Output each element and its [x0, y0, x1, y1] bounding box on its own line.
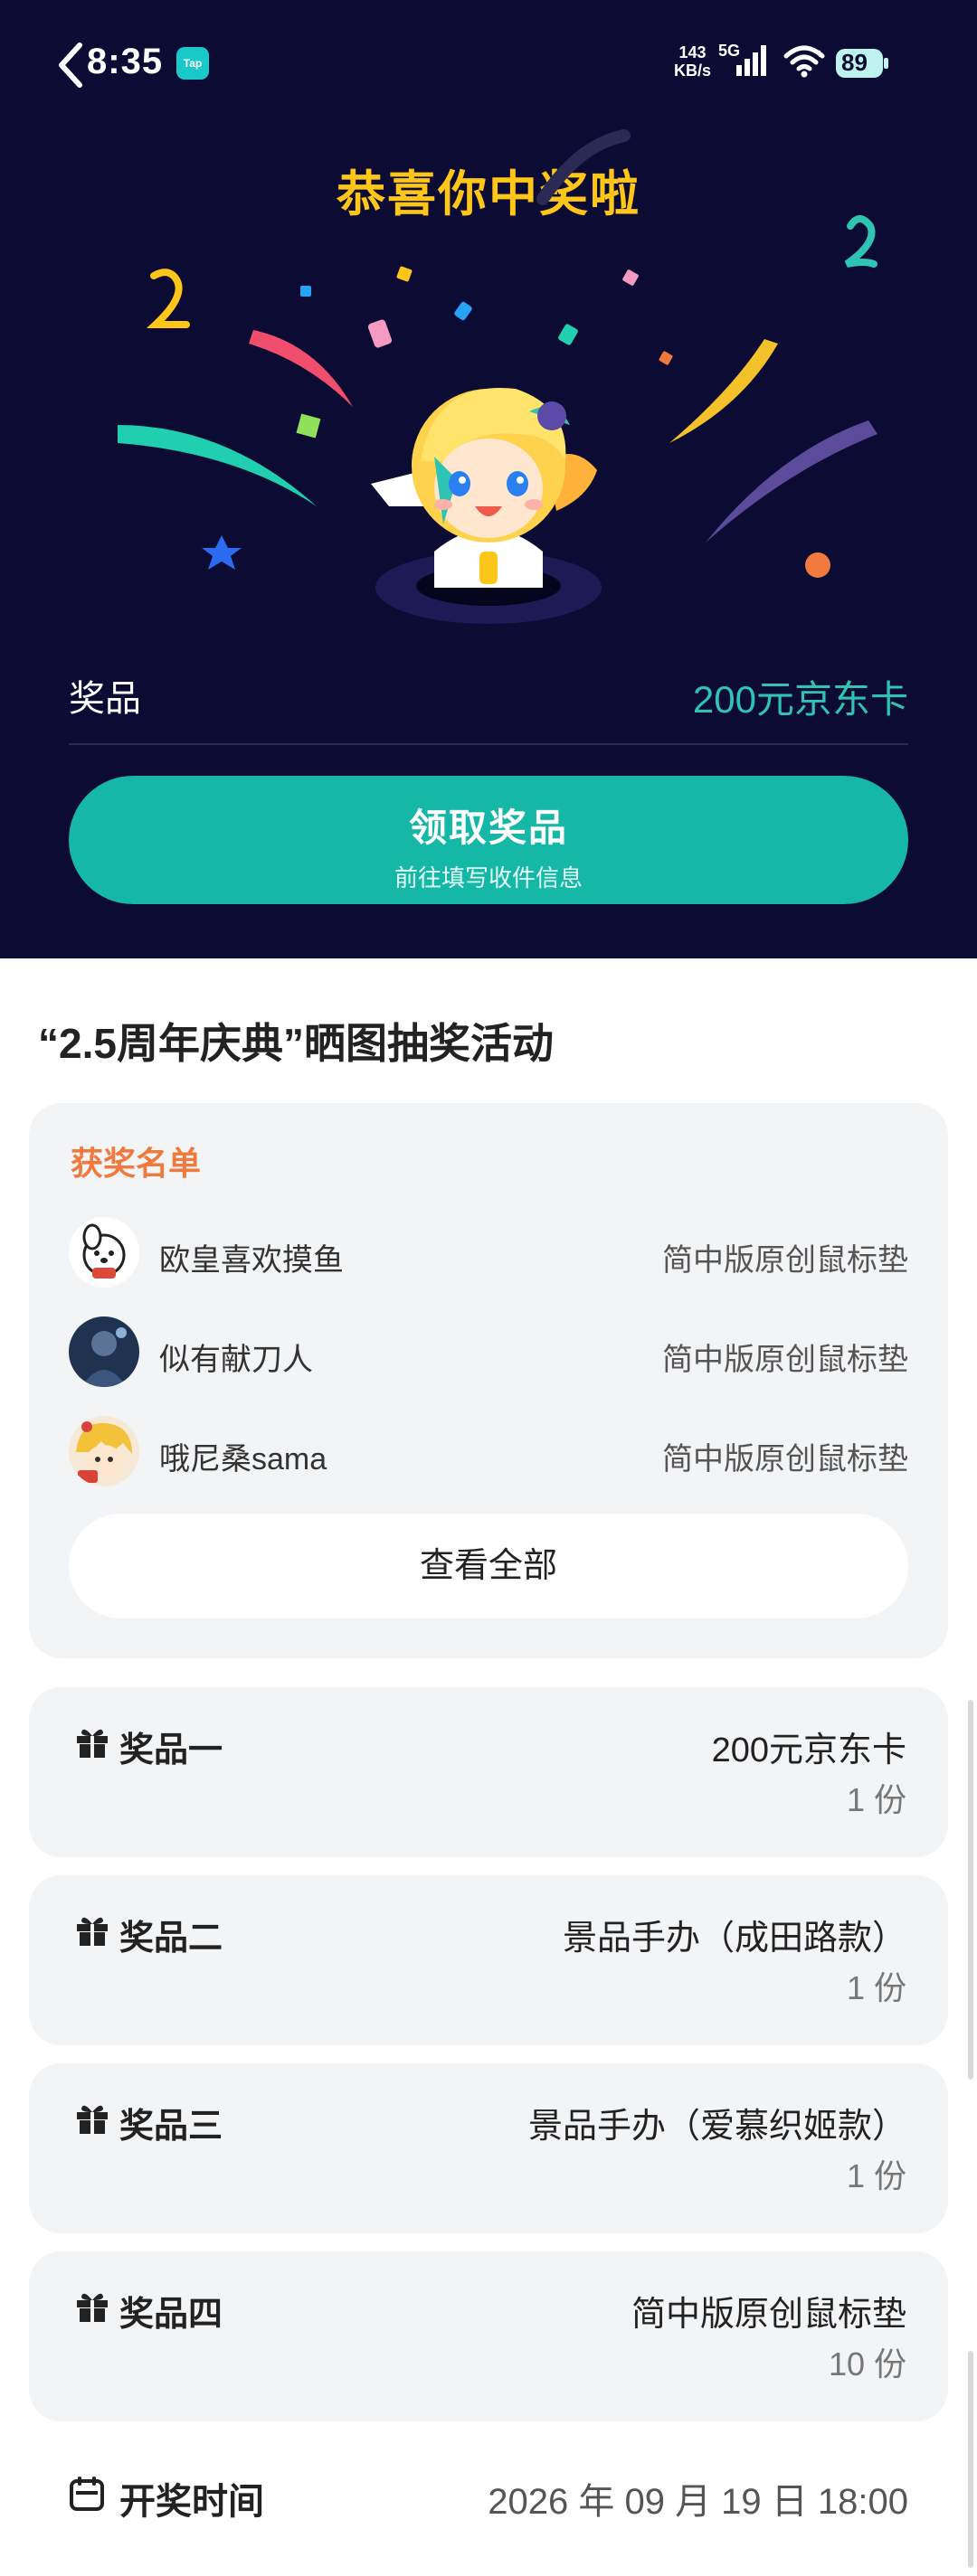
- winner-name: 欧皇喜欢摸鱼: [159, 1243, 344, 1278]
- prize-title: 奖品二: [119, 1920, 223, 1958]
- prize-name: 200元京东卡: [711, 1731, 906, 1769]
- draw-time-label: 开奖时间: [119, 2482, 264, 2522]
- winner-row[interactable]: 哦尼桑sama 简中版原创鼠标垫: [69, 1416, 908, 1486]
- prize-card: 奖品二 景品手办（成田路款） 1 份: [29, 1875, 948, 2045]
- winner-prize: 简中版原创鼠标垫: [662, 1442, 908, 1477]
- winners-title: 获奖名单: [71, 1145, 202, 1182]
- gift-icon: [77, 2293, 108, 2322]
- prize-title: 奖品三: [119, 2108, 223, 2146]
- draw-time-row: 开奖时间 2026 年 09 月 19 日 18:00: [69, 2468, 908, 2523]
- avatar: [69, 1416, 139, 1486]
- winner-name: 似有献刀人: [159, 1343, 313, 1377]
- event-title: “2.5周年庆典”晒图抽奖活动: [38, 1020, 554, 1067]
- claim-button-subtext: 前往填写收件信息: [394, 864, 583, 892]
- prize-card: 奖品三 景品手办（爱慕织姬款） 1 份: [29, 2063, 948, 2233]
- scrollbar[interactable]: [968, 2351, 973, 2568]
- mascot-illustration: [371, 388, 602, 624]
- hero-section: 8:35 Tap 143 KB/s 5G + 89 恭喜你中奖啦 奖品 200元…: [0, 0, 977, 958]
- winners-card: 获奖名单 欧皇喜欢摸鱼 简中版原创鼠标垫 似有献刀人 简中版原创鼠标垫 哦尼桑s…: [29, 1103, 948, 1658]
- view-all-button[interactable]: 查看全部: [69, 1514, 908, 1618]
- prize-title: 奖品四: [119, 2296, 223, 2334]
- prize-name: 景品手办（爱慕织姬款）: [527, 2108, 906, 2146]
- prize-name: 景品手办（成田路款）: [562, 1920, 906, 1958]
- avatar: [69, 1217, 139, 1288]
- winner-row[interactable]: 似有献刀人 简中版原创鼠标垫: [69, 1316, 908, 1387]
- prize-quantity: 1 份: [846, 1969, 906, 2006]
- claim-prize-button[interactable]: 领取奖品 前往填写收件信息: [69, 776, 908, 904]
- scrollbar[interactable]: [968, 1700, 973, 2080]
- winner-prize: 简中版原创鼠标垫: [662, 1243, 908, 1278]
- prize-title: 奖品一: [119, 1731, 223, 1769]
- prize-quantity: 10 份: [828, 2345, 906, 2383]
- prize-card: 奖品一 200元京东卡 1 份: [29, 1687, 948, 1857]
- prize-row: 奖品 200元京东卡: [69, 669, 908, 745]
- winner-prize: 简中版原创鼠标垫: [662, 1343, 908, 1377]
- prize-label: 奖品: [69, 679, 141, 719]
- claim-button-label: 领取奖品: [408, 807, 568, 849]
- winner-name: 哦尼桑sama: [159, 1442, 327, 1477]
- gift-icon: [77, 1729, 108, 1758]
- prize-value: 200元京东卡: [692, 678, 908, 721]
- avatar: [69, 1316, 139, 1387]
- gift-icon: [77, 2105, 108, 2134]
- calendar-icon: [70, 2477, 104, 2511]
- winner-row[interactable]: 欧皇喜欢摸鱼 简中版原创鼠标垫: [69, 1217, 908, 1288]
- prize-name: 简中版原创鼠标垫: [631, 2296, 906, 2334]
- prize-card: 奖品四 简中版原创鼠标垫 10 份: [29, 2251, 948, 2421]
- prize-quantity: 1 份: [846, 2157, 906, 2194]
- prize-quantity: 1 份: [846, 1781, 906, 1818]
- gift-icon: [77, 1917, 108, 1946]
- draw-time-value: 2026 年 09 月 19 日 18:00: [488, 2482, 908, 2522]
